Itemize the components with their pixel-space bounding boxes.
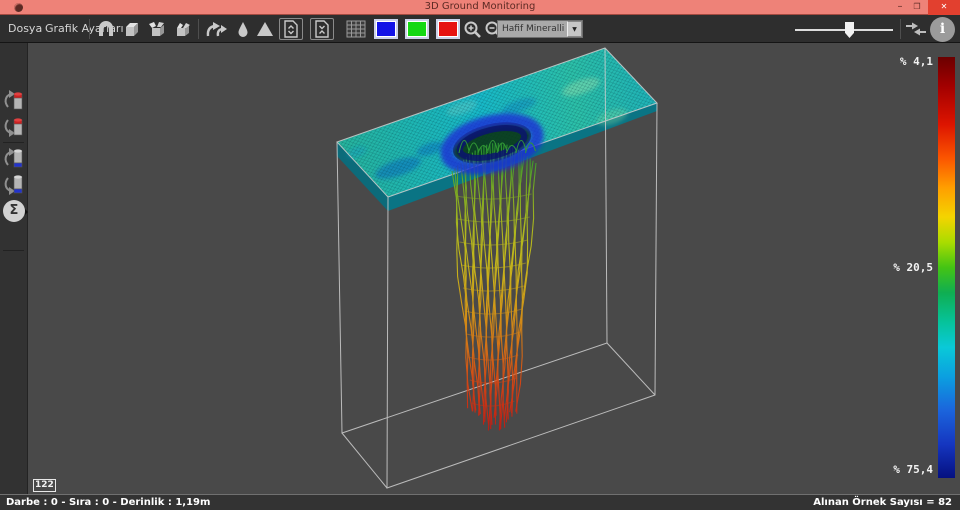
menu-dosya[interactable]: Dosya — [8, 22, 42, 35]
arch-icon — [96, 19, 116, 39]
droplet-button[interactable] — [231, 18, 255, 40]
blue-color-button[interactable] — [374, 19, 398, 39]
green-swatch — [408, 22, 426, 36]
status-bar: Darbe : 0 - Sıra : 0 - Derinlik : 1,19m … — [0, 494, 960, 510]
blue-cylinder-rotate-1-button[interactable] — [2, 146, 26, 171]
blue-cylinder-rotate-icon — [2, 172, 26, 197]
left-sidebar: Σ — [0, 43, 28, 494]
color-scale-bar — [938, 57, 955, 478]
blue-cylinder-rotate-icon — [2, 146, 26, 171]
scale-label-top: % 4,1 — [869, 55, 933, 68]
red-swatch — [439, 22, 457, 36]
toolbar-separator — [900, 19, 901, 39]
cone-icon — [255, 19, 275, 39]
mineral-type-value: Hafif Mineralli — [498, 24, 567, 34]
grid-icon — [346, 20, 366, 38]
viewport-3d[interactable]: % 4,1 % 20,5 % 75,4 122 — [28, 43, 960, 494]
green-color-button[interactable] — [405, 19, 429, 39]
swap-arrows-button[interactable] — [903, 18, 929, 40]
droplet-icon — [233, 19, 253, 39]
sample-funnel-mesh — [452, 143, 536, 431]
toolbar: Dosya Grafik Ayarları — [0, 15, 960, 43]
maximize-button[interactable]: ❐ — [909, 0, 925, 15]
sidebar-separator — [3, 250, 24, 251]
toolbar-separator — [89, 19, 90, 39]
zoom-in-button[interactable] — [462, 18, 482, 40]
sum-button[interactable]: Σ — [3, 200, 25, 222]
grid-toggle-button[interactable] — [344, 18, 368, 40]
red-cylinder-rotate-icon — [2, 88, 26, 113]
window-title: 3D Ground Monitoring — [0, 1, 960, 12]
collapse-document-button[interactable] — [310, 18, 334, 40]
open-cube-alt-button[interactable] — [171, 18, 195, 40]
document-collapse-icon — [314, 20, 330, 38]
title-bar: 3D Ground Monitoring – ❐ ✕ — [0, 0, 960, 15]
open-cube-alt-icon — [173, 19, 193, 39]
red-color-button[interactable] — [436, 19, 460, 39]
status-depth-info: Darbe : 0 - Sıra : 0 - Derinlik : 1,19m — [6, 497, 210, 508]
rotate-view-button[interactable] — [203, 18, 231, 40]
red-cylinder-rotate-1-button[interactable] — [2, 88, 26, 113]
sidebar-separator — [3, 142, 24, 143]
solid-cube-button[interactable] — [120, 18, 144, 40]
red-cylinder-rotate-2-button[interactable] — [2, 114, 26, 139]
scale-label-middle: % 20,5 — [869, 261, 933, 274]
rotate-arrows-icon — [205, 19, 229, 39]
scale-label-bottom: % 75,4 — [869, 463, 933, 476]
zoom-in-icon — [463, 20, 482, 39]
opacity-slider[interactable] — [795, 29, 893, 31]
arch-view-button[interactable] — [94, 18, 118, 40]
expand-document-button[interactable] — [279, 18, 303, 40]
open-cube-icon — [148, 19, 168, 39]
slider-thumb[interactable] — [845, 22, 854, 38]
dropdown-arrow-icon[interactable]: ▼ — [567, 21, 582, 37]
status-sample-count: Alınan Örnek Sayısı = 82 — [813, 497, 952, 508]
info-button[interactable]: i — [930, 17, 955, 42]
blue-swatch — [377, 22, 395, 36]
minimize-button[interactable]: – — [892, 0, 908, 15]
sample-counter-badge: 122 — [33, 479, 56, 492]
document-expand-icon — [283, 20, 299, 38]
close-button[interactable]: ✕ — [928, 0, 960, 15]
red-cylinder-rotate-icon — [2, 114, 26, 139]
open-cube-button[interactable] — [146, 18, 170, 40]
sigma-icon: Σ — [3, 200, 25, 222]
cube-icon — [122, 19, 142, 39]
mineral-type-select[interactable]: Hafif Mineralli ▼ — [497, 20, 583, 38]
ground-model-3d — [28, 43, 960, 494]
toolbar-separator — [198, 19, 199, 39]
app-window: 3D Ground Monitoring – ❐ ✕ Dosya Grafik … — [0, 0, 960, 510]
blue-cylinder-rotate-2-button[interactable] — [2, 172, 26, 197]
swap-arrows-icon — [904, 19, 928, 39]
cone-button[interactable] — [253, 18, 277, 40]
